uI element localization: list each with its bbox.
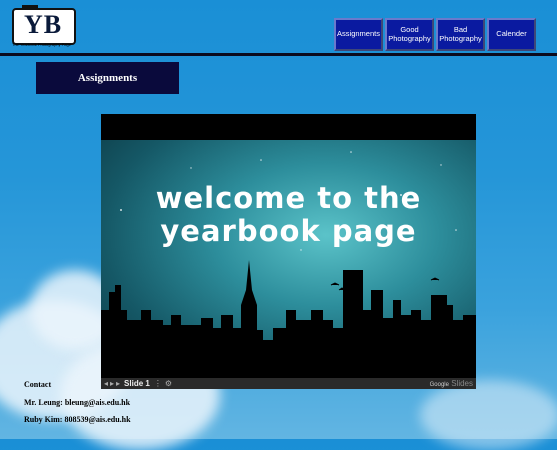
slide-title: welcome to the yearbook page [101,181,476,249]
cloud-decoration [420,380,557,450]
options-icon[interactable]: ⋮ [154,379,162,388]
play-icon[interactable]: ▸ [110,379,114,388]
nav-calender[interactable]: Calender [487,18,536,51]
slide-title-line1: welcome to the [155,181,422,215]
slideshow-controls: ◂ ▸ ▸ Slide 1 ⋮ ⚙ Google Slides [101,378,476,389]
slides-brand: Slides [451,379,473,388]
slideshow-embed[interactable]: welcome to the yearbook page ◂ ▸ ▸ Slide… [101,114,476,389]
contact-leung: Mr. Leung: bleung@ais.edu.hk [24,398,131,407]
slide-background-art [101,151,476,378]
contact-ruby: Ruby Kim: 808539@ais.edu.hk [24,415,131,424]
slide-title-line2: yearbook page [160,214,417,249]
logo-letters: YB [23,10,63,39]
nav-bad-photography[interactable]: Bad Photography [436,18,485,51]
nav-good-photography[interactable]: Good Photography [385,18,434,51]
city-skyline [101,260,476,378]
site-logo[interactable]: YB The Yearbook Photography Page [12,5,76,47]
logo-tagline: The Yearbook Photography Page [12,42,71,47]
page-title: Assignments [36,62,179,94]
header-divider [0,53,557,56]
contact-heading: Contact [24,380,52,389]
settings-icon[interactable]: ⚙ [165,379,172,388]
slideshow-topbar [101,114,476,140]
previous-icon[interactable]: ◂ [104,379,108,388]
nav-assignments[interactable]: Assignments [334,18,383,51]
next-icon[interactable]: ▸ [116,379,120,388]
main-nav: Assignments Good Photography Bad Photogr… [332,18,536,51]
slide-counter: Slide 1 [124,379,150,388]
slide-stage[interactable]: welcome to the yearbook page [101,140,476,378]
google-brand: Google [429,382,449,388]
